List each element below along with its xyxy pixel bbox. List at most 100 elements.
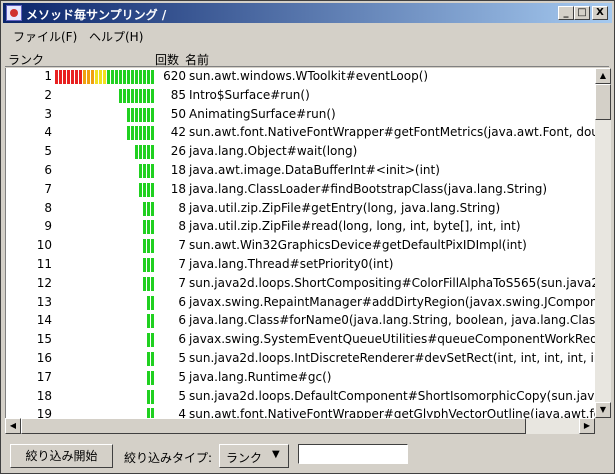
bar-segment: [135, 145, 138, 160]
table-row[interactable]: 2 85 Intro$Surface#run(): [6, 87, 595, 105]
filter-input[interactable]: [298, 444, 408, 464]
table-row[interactable]: 19 4 sun.awt.font.NativeFontWrapper#getGly…: [6, 406, 595, 418]
bar-segment: [147, 220, 150, 235]
table-row[interactable]: 17 5 java.lang.Runtime#gc(): [6, 369, 595, 387]
row-rank: 17: [36, 369, 52, 384]
table-row[interactable]: 5 26 java.lang.Object#wait(long): [6, 143, 595, 161]
row-method-name: java.lang.Thread#setPriority0(int): [189, 257, 394, 271]
bar-segment: [151, 201, 154, 216]
bar-segment: [79, 70, 82, 84]
table-row[interactable]: 8 8 java.util.zip.ZipFile#getEntry(long, j…: [6, 200, 595, 218]
row-method-name: sun.awt.font.NativeFontWrapper#getFontMe…: [189, 125, 595, 140]
row-count: 26: [170, 144, 186, 159]
bar-segment: [103, 70, 106, 84]
maximize-button[interactable]: □: [574, 6, 590, 20]
vertical-scrollbar[interactable]: ▲ ▼: [595, 68, 611, 418]
bar-segment: [147, 408, 150, 418]
row-count: 8: [178, 219, 186, 234]
bar-segment: [151, 370, 154, 385]
table-row[interactable]: 9 8 java.util.zip.ZipFile#read(long, long,…: [6, 218, 595, 236]
row-count: 85: [170, 87, 186, 102]
bar-segment: [123, 70, 126, 84]
table-row[interactable]: 11 7 java.lang.Thread#setPriority0(int): [6, 256, 595, 274]
vertical-scroll-thumb[interactable]: [595, 84, 611, 120]
horizontal-scrollbar[interactable]: ◀ ▶: [5, 418, 595, 434]
row-rank: 4: [44, 125, 52, 140]
bar-segment: [151, 126, 154, 141]
table-row[interactable]: 3 50 AnimatingSurface#run(): [6, 106, 595, 124]
filter-type-dropdown[interactable]: ランク ▼: [219, 444, 289, 468]
bar-segment: [135, 88, 138, 103]
bar-segment: [95, 70, 98, 84]
bar-segment: [151, 182, 154, 197]
bar-segment: [123, 88, 126, 103]
table-row[interactable]: 6 18 java.awt.image.DataBufferInt#<init>(i…: [6, 162, 595, 180]
row-count: 50: [170, 106, 186, 121]
bar-segment: [147, 201, 150, 216]
row-method-name: java.lang.Runtime#gc(): [189, 369, 332, 384]
column-header-rank[interactable]: ランク: [8, 51, 44, 68]
bar-segment: [147, 88, 150, 103]
scroll-down-button[interactable]: ▼: [595, 402, 611, 418]
row-method-name: sun.java2d.loops.ShortCompositing#ColorF…: [189, 275, 595, 290]
table-row[interactable]: 15 6 javax.swing.SystemEventQueueUtilities…: [6, 331, 595, 349]
bar-segment: [75, 70, 78, 84]
bar-segment: [151, 107, 154, 122]
scroll-up-button[interactable]: ▲: [595, 68, 611, 84]
table-row[interactable]: 1 620 sun.awt.windows.WToolkit#eventLoop(): [6, 68, 595, 86]
bar-segment: [151, 88, 154, 103]
table-row[interactable]: 12 7 sun.java2d.loops.ShortCompositing#Col…: [6, 275, 595, 293]
bar-segment: [139, 145, 142, 160]
column-header-count[interactable]: 回数: [155, 51, 179, 68]
row-count: 5: [178, 351, 186, 365]
table-row[interactable]: 13 6 javax.swing.RepaintManager#addDirtyRe…: [6, 294, 595, 312]
bar-segment: [147, 352, 150, 366]
app-icon: [6, 5, 22, 21]
start-filter-button[interactable]: 絞り込み開始: [10, 444, 113, 468]
bar-segment: [55, 70, 58, 84]
filter-type-label: 絞り込みタイプ:: [124, 451, 213, 465]
table-row[interactable]: 4 42 sun.awt.font.NativeFontWrapper#getFon…: [6, 124, 595, 142]
bar-segment: [143, 88, 146, 103]
minimize-button[interactable]: _: [558, 6, 574, 20]
title-bar[interactable]: メソッド毎サンプリング / _ □ X: [3, 3, 612, 23]
row-count-bar: [55, 370, 155, 385]
bar-segment: [119, 88, 122, 103]
horizontal-scroll-thumb[interactable]: [21, 418, 526, 434]
bar-segment: [139, 70, 142, 84]
bar-segment: [139, 164, 142, 178]
menu-file[interactable]: ファイル(F): [13, 28, 77, 45]
row-count: 7: [178, 257, 186, 271]
row-rank: 15: [36, 332, 52, 347]
row-count-bar: [55, 220, 155, 235]
column-header-name[interactable]: 名前: [185, 51, 209, 68]
row-count: 6: [178, 313, 186, 328]
row-count: 18: [170, 181, 186, 196]
bar-segment: [63, 70, 66, 84]
row-count-bar: [55, 164, 155, 178]
bar-segment: [143, 126, 146, 141]
table-row[interactable]: 10 7 sun.awt.Win32GraphicsDevice#getDefaul…: [6, 237, 595, 255]
bar-segment: [151, 389, 154, 404]
row-method-name: sun.awt.Win32GraphicsDevice#getDefaultPi…: [189, 238, 527, 253]
row-method-name: Intro$Surface#run(): [189, 87, 310, 102]
row-count: 7: [178, 275, 186, 290]
menu-help[interactable]: ヘルプ(H): [89, 28, 143, 45]
bar-segment: [107, 70, 110, 84]
bar-segment: [151, 333, 154, 348]
scroll-left-button[interactable]: ◀: [5, 418, 21, 434]
row-count-bar: [55, 333, 155, 348]
table-row[interactable]: 14 6 java.lang.Class#forName0(java.lang.St…: [6, 312, 595, 330]
main-window: メソッド毎サンプリング / _ □ X ファイル(F) ヘルプ(H) ランク 回…: [0, 0, 615, 474]
table-row[interactable]: 18 5 sun.java2d.loops.DefaultComponent#Sho…: [6, 388, 595, 406]
close-button[interactable]: X: [592, 6, 608, 20]
bar-segment: [131, 88, 134, 103]
row-count: 6: [178, 332, 186, 347]
bar-segment: [139, 107, 142, 122]
table-row[interactable]: 16 5 sun.java2d.loops.IntDiscreteRenderer#…: [6, 350, 595, 368]
bar-segment: [143, 239, 146, 254]
bar-segment: [151, 314, 154, 329]
row-method-name: javax.swing.SystemEventQueueUtilities#qu…: [189, 332, 595, 347]
scroll-right-button[interactable]: ▶: [579, 418, 595, 434]
table-row[interactable]: 7 18 java.lang.ClassLoader#findBootstrapCl…: [6, 181, 595, 199]
